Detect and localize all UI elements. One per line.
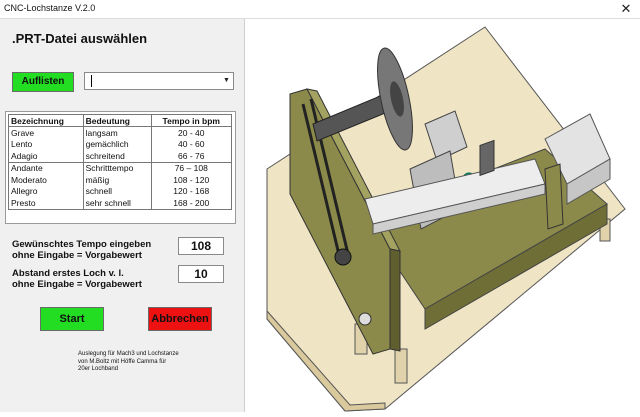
dark-block xyxy=(479,139,495,177)
table-cell: Andante xyxy=(8,161,84,174)
table-row: Presto sehr schnell 168 - 200 xyxy=(8,197,233,210)
table-row: Grave langsam 20 - 40 xyxy=(8,126,233,139)
credits-note: Auslegung für Mach3 und Lochstanze von M… xyxy=(78,351,194,374)
belt-pulley xyxy=(334,248,352,266)
table-cell: 66 - 76 xyxy=(150,150,233,162)
tempo-table: Bezeichnung Bedeutung Tempo in bpm Grave… xyxy=(5,111,236,224)
table-cell: 20 - 40 xyxy=(150,126,233,139)
distance-input-label: Abstand erstes Loch v. l. ohne Eingabe =… xyxy=(12,268,142,290)
bolt xyxy=(358,312,372,326)
table-header-row: Bezeichnung Bedeutung Tempo in bpm xyxy=(8,114,233,127)
table-row: Andante Schritttempo 76 – 108 xyxy=(8,161,233,174)
table-cell: schnell xyxy=(82,185,152,197)
table-cell: 168 - 200 xyxy=(150,197,233,210)
table-cell: 108 - 120 xyxy=(150,174,233,186)
tempo-input[interactable]: 108 xyxy=(178,237,224,255)
table-row: Moderato mäßig 108 - 120 xyxy=(8,174,233,186)
table-cell: Schritttempo xyxy=(82,161,152,174)
page-title: .PRT-Datei auswählen xyxy=(12,31,148,46)
table-cell: mäßig xyxy=(82,174,152,186)
note-line: 20er Lochband xyxy=(78,366,119,372)
cnc-punch-model-image xyxy=(266,26,626,412)
note-line: Auslegung für Mach3 und Lochstanze xyxy=(78,351,179,357)
table-cell: Adagio xyxy=(8,150,84,162)
left-plate-edge xyxy=(389,248,401,352)
control-panel: .PRT-Datei auswählen Auflisten ▼ Bezeich… xyxy=(0,19,245,412)
title-bar: CNC-Lochstanze V.2.0 ✕ xyxy=(0,0,640,19)
start-button[interactable]: Start xyxy=(40,307,104,331)
table-cell: 120 - 168 xyxy=(150,185,233,197)
column-header: Tempo in bpm xyxy=(150,114,233,127)
machine-3d-view xyxy=(245,19,640,412)
chevron-down-icon[interactable]: ▼ xyxy=(221,74,232,88)
note-line: von M.Boltz mit Höffe Camma für xyxy=(78,358,167,365)
cancel-button[interactable]: Abbrechen xyxy=(148,307,212,331)
file-select[interactable]: ▼ xyxy=(84,72,234,90)
window-title: CNC-Lochstanze V.2.0 xyxy=(4,3,96,13)
table-cell: gemächlich xyxy=(82,138,152,150)
right-post xyxy=(544,163,564,230)
distance-label-line: ohne Eingabe = Vorgabewert xyxy=(12,279,142,290)
table-cell: Presto xyxy=(8,197,84,210)
tempo-input-label: Gewünschtes Tempo eingeben ohne Eingabe … xyxy=(12,239,151,261)
table-row: Lento gemächlich 40 - 60 xyxy=(8,138,233,150)
column-header: Bezeichnung xyxy=(8,114,84,127)
distance-label-line: Abstand erstes Loch v. l. xyxy=(12,268,124,279)
tempo-label-line: ohne Eingabe = Vorgabewert xyxy=(12,250,142,261)
table-cell: sehr schnell xyxy=(82,197,152,210)
table-cell: Lento xyxy=(8,138,84,150)
table-cell: 76 – 108 xyxy=(150,161,233,174)
close-button[interactable]: ✕ xyxy=(618,1,634,17)
table-cell: Moderato xyxy=(8,174,84,186)
table-cell: Grave xyxy=(8,126,84,139)
table-cell: schreitend xyxy=(82,150,152,162)
table-cell: Allegro xyxy=(8,185,84,197)
text-cursor xyxy=(91,75,92,87)
table-cell: langsam xyxy=(82,126,152,139)
tempo-label-line: Gewünschtes Tempo eingeben xyxy=(12,239,152,250)
distance-input[interactable]: 10 xyxy=(178,265,224,283)
column-header: Bedeutung xyxy=(82,114,152,127)
table-row: Adagio schreitend 66 - 76 xyxy=(8,150,233,162)
table-cell: 40 - 60 xyxy=(150,138,233,150)
foot xyxy=(394,348,408,384)
list-files-button[interactable]: Auflisten xyxy=(12,72,74,92)
table-row: Allegro schnell 120 - 168 xyxy=(8,185,233,197)
